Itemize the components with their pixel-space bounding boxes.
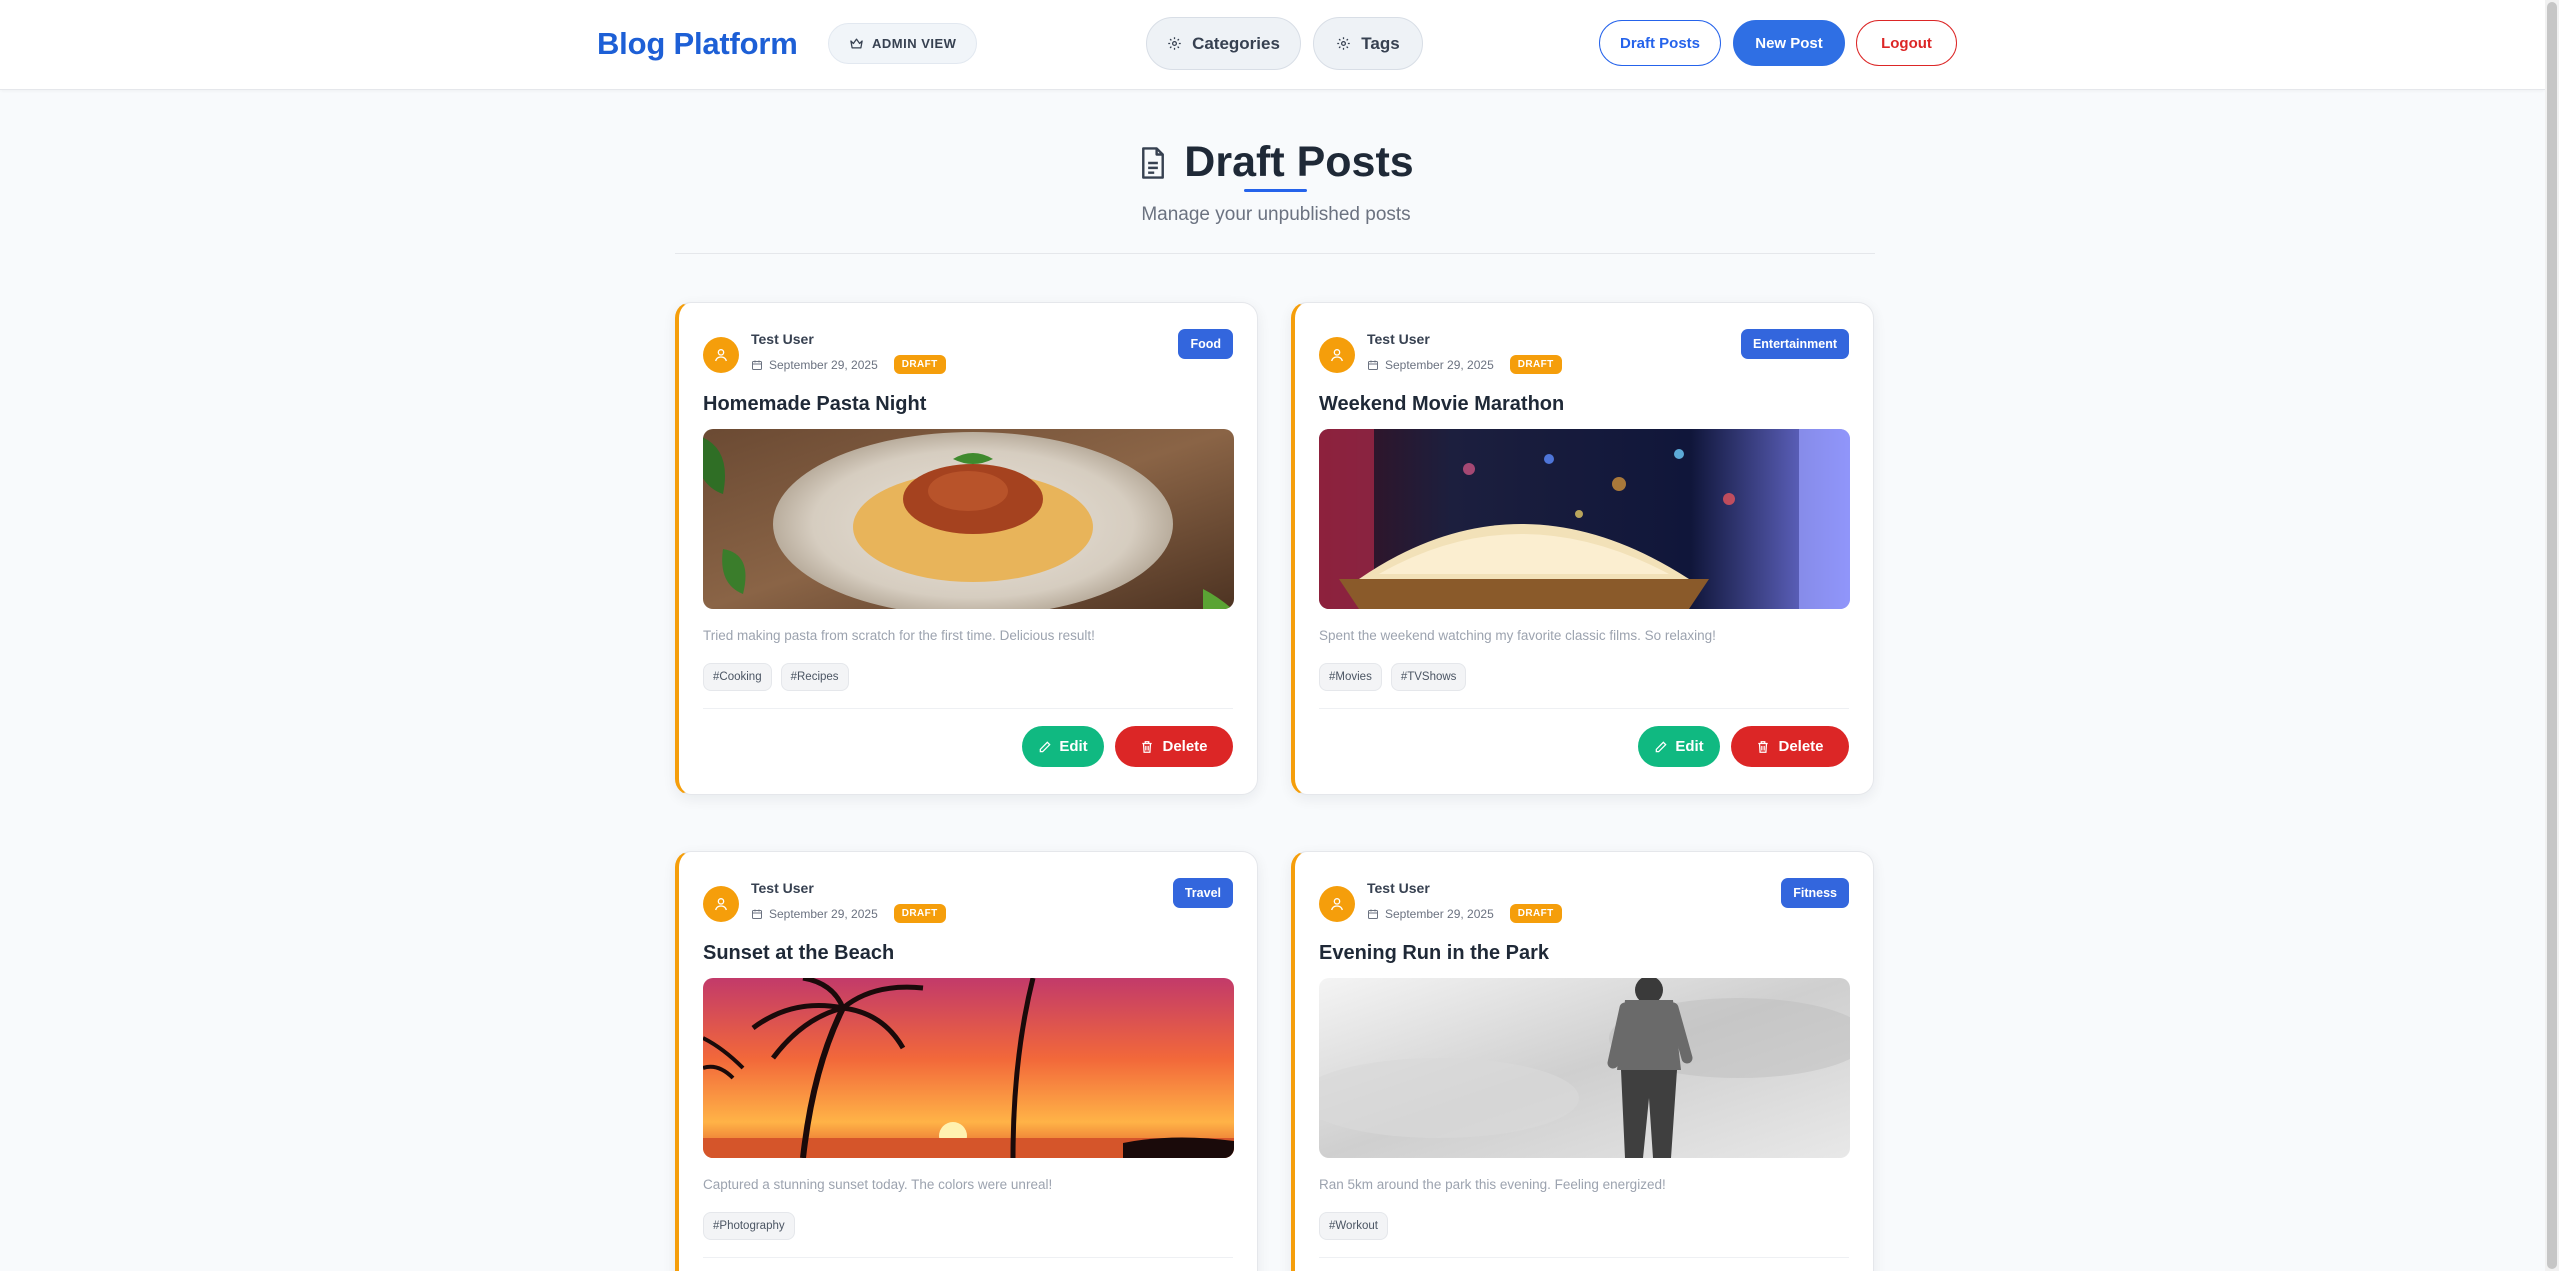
post-author: Test User — [751, 331, 814, 347]
post-date: September 29, 2025 — [1385, 906, 1494, 921]
nav-categories-label: Categories — [1192, 33, 1280, 53]
calendar-icon — [752, 909, 762, 919]
tag-chip[interactable]: #Movies — [1319, 663, 1382, 691]
admin-view-badge: ADMIN VIEW — [828, 23, 978, 64]
category-badge[interactable]: Travel — [1172, 878, 1233, 908]
draft-badge: DRAFT — [1509, 355, 1562, 374]
brand-logo[interactable]: Blog Platform — [597, 26, 798, 62]
page-scrollbar[interactable] — [2545, 0, 2559, 1271]
calendar-icon — [752, 360, 762, 370]
tag-chip[interactable]: #Cooking — [703, 663, 772, 691]
gear-icon — [1168, 37, 1181, 50]
divider — [703, 1257, 1233, 1258]
category-badge[interactable]: Food — [1178, 329, 1233, 359]
user-icon — [1331, 898, 1343, 911]
post-excerpt: Captured a stunning sunset today. The co… — [703, 1177, 1053, 1192]
edit-label: Edit — [1059, 738, 1088, 755]
post-card: Test User September 29, 2025 DRAFT Food … — [675, 302, 1258, 795]
user-icon — [715, 898, 727, 911]
post-title[interactable]: Homemade Pasta Night — [703, 393, 926, 416]
page-heading: Draft Posts — [0, 138, 2552, 187]
post-author: Test User — [1367, 331, 1430, 347]
delete-button[interactable]: Delete — [1115, 726, 1233, 767]
page-subtitle: Manage your unpublished posts — [1141, 204, 1411, 225]
post-card: Test User September 29, 2025 DRAFT Trave… — [675, 851, 1258, 1271]
delete-button[interactable]: Delete — [1731, 726, 1849, 767]
logout-button[interactable]: Logout — [1856, 20, 1957, 66]
draft-badge: DRAFT — [893, 355, 946, 374]
draft-posts-button[interactable]: Draft Posts — [1599, 20, 1721, 66]
pencil-icon — [1656, 740, 1667, 752]
page-title: Draft Posts — [1184, 138, 1414, 186]
crown-icon — [850, 38, 863, 49]
edit-button[interactable]: Edit — [1638, 726, 1720, 767]
draft-badge: DRAFT — [1509, 904, 1562, 923]
user-icon — [1331, 349, 1343, 362]
document-icon — [1142, 146, 1165, 179]
user-icon — [715, 349, 727, 362]
delete-label: Delete — [1778, 738, 1824, 755]
popcorn-photo — [1319, 429, 1850, 609]
divider — [675, 253, 1875, 254]
runner-photo — [1319, 978, 1850, 1158]
trash-icon — [1758, 740, 1769, 753]
divider — [703, 708, 1233, 709]
pencil-icon — [1040, 740, 1051, 752]
post-date: September 29, 2025 — [769, 357, 878, 372]
new-post-button[interactable]: New Post — [1733, 20, 1845, 66]
post-title[interactable]: Weekend Movie Marathon — [1319, 393, 1564, 416]
tag-chip[interactable]: #Recipes — [780, 663, 849, 691]
post-title[interactable]: Sunset at the Beach — [703, 942, 894, 965]
post-card: Test User September 29, 2025 DRAFT Enter… — [1291, 302, 1874, 795]
avatar — [703, 886, 739, 922]
tag-chip[interactable]: #Photography — [703, 1212, 795, 1240]
pasta-photo — [703, 429, 1234, 609]
nav-tags-label: Tags — [1361, 33, 1400, 53]
draft-badge: DRAFT — [893, 904, 946, 923]
scrollbar-thumb[interactable] — [2547, 2, 2557, 1269]
post-title[interactable]: Evening Run in the Park — [1319, 942, 1549, 965]
calendar-icon — [1368, 909, 1378, 919]
avatar — [703, 337, 739, 373]
admin-view-label: ADMIN VIEW — [872, 36, 957, 51]
post-excerpt: Spent the weekend watching my favorite c… — [1319, 628, 1716, 643]
nav-categories-button[interactable]: Categories — [1146, 17, 1301, 70]
sunset-photo — [703, 978, 1234, 1158]
trash-icon — [1142, 740, 1153, 753]
top-navbar: Blog Platform ADMIN VIEW Categories Tags… — [0, 0, 2545, 90]
edit-button[interactable]: Edit — [1022, 726, 1104, 767]
post-excerpt: Ran 5km around the park this evening. Fe… — [1319, 1177, 1666, 1192]
post-author: Test User — [751, 880, 814, 896]
calendar-icon — [1368, 360, 1378, 370]
post-author: Test User — [1367, 880, 1430, 896]
tag-chip[interactable]: #Workout — [1319, 1212, 1389, 1240]
post-card: Test User September 29, 2025 DRAFT Fitne… — [1291, 851, 1874, 1271]
title-underline — [1244, 189, 1307, 192]
divider — [1319, 1257, 1849, 1258]
category-badge[interactable]: Fitness — [1781, 878, 1849, 908]
post-excerpt: Tried making pasta from scratch for the … — [703, 628, 1095, 643]
avatar — [1319, 337, 1355, 373]
post-date: September 29, 2025 — [769, 906, 878, 921]
edit-label: Edit — [1675, 738, 1704, 755]
avatar — [1319, 886, 1355, 922]
tag-chip[interactable]: #TVShows — [1390, 663, 1467, 691]
category-badge[interactable]: Entertainment — [1740, 329, 1849, 359]
gear-icon — [1337, 37, 1351, 50]
divider — [1319, 708, 1849, 709]
post-date: September 29, 2025 — [1385, 357, 1494, 372]
delete-label: Delete — [1162, 738, 1208, 755]
nav-tags-button[interactable]: Tags — [1313, 17, 1423, 70]
